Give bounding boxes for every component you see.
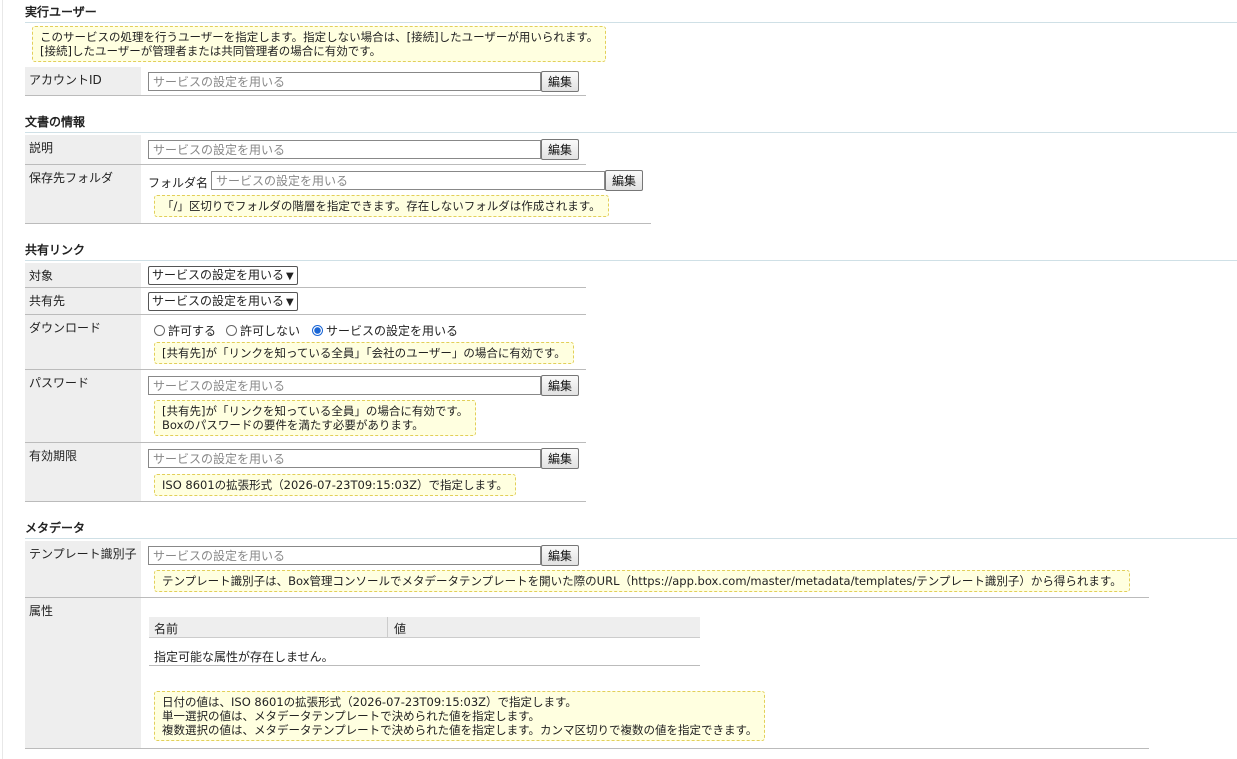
executor-note-line2: [接続]したユーザーが管理者または共同管理者の場合に有効です。: [40, 44, 382, 58]
share-select[interactable]: サービスの設定を用いる ▼: [148, 292, 298, 311]
attributes-note: 日付の値は、ISO 8601の拡張形式（2026-07-23T09:15:03Z…: [154, 691, 766, 741]
chevron-down-icon: ▼: [286, 297, 294, 308]
target-select-value: サービスの設定を用いる: [152, 268, 285, 282]
password-note-line2: Boxのパスワードの要件を満たす必要があります。: [162, 418, 424, 432]
column-header-name: 名前: [154, 622, 179, 636]
download-option-allow-label: 許可する: [168, 324, 217, 338]
template-row: テンプレート識別子 編集 テンプレート識別子は、Box管理コンソールでメタデータ…: [25, 541, 1149, 598]
download-note: [共有先]が「リンクを知っている全員」「会社のユーザー」の場合に有効です。: [154, 342, 574, 364]
executor-note: このサービスの処理を行うユーザーを指定します。指定しない場合は、[接続]したユー…: [32, 26, 607, 62]
attributes-row: 属性 名前 値 指定可能な属性が存在しません。 日付の値は、ISO 8601の拡…: [25, 598, 1149, 749]
section-metadata-title: メタデータ: [25, 519, 1237, 539]
attributes-empty-text: 指定可能な属性が存在しません。: [154, 650, 334, 664]
template-edit-button[interactable]: 編集: [541, 545, 580, 566]
download-option-deny[interactable]: 許可しない: [226, 322, 300, 339]
download-option-default[interactable]: サービスの設定を用いる: [312, 322, 458, 339]
password-label: パスワード: [25, 370, 141, 442]
template-note: テンプレート識別子は、Box管理コンソールでメタデータテンプレートを開いた際のU…: [154, 570, 1130, 592]
password-note-line1: [共有先]が「リンクを知っている全員」の場合に有効です。: [162, 404, 469, 418]
description-edit-button[interactable]: 編集: [541, 139, 580, 160]
target-label: 対象: [25, 263, 141, 287]
template-id-input[interactable]: [148, 546, 541, 565]
share-row: 共有先 サービスの設定を用いる ▼: [25, 288, 586, 315]
target-select[interactable]: サービスの設定を用いる ▼: [148, 266, 298, 285]
radio-icon[interactable]: [154, 325, 165, 336]
expiry-row: 有効期限 編集 ISO 8601の拡張形式（2026-07-23T09:15:0…: [25, 443, 586, 502]
description-input[interactable]: [148, 140, 541, 159]
folder-note: 「/」区切りでフォルダの階層を指定できます。存在しないフォルダは作成されます。: [154, 195, 609, 217]
password-edit-button[interactable]: 編集: [541, 375, 580, 396]
target-row: 対象 サービスの設定を用いる ▼: [25, 263, 586, 288]
download-label: ダウンロード: [25, 315, 141, 369]
account-row: アカウントID 編集: [25, 67, 586, 96]
password-row: パスワード 編集 [共有先]が「リンクを知っている全員」の場合に有効です。 Bo…: [25, 370, 586, 443]
chevron-down-icon: ▼: [286, 271, 294, 282]
expiry-note: ISO 8601の拡張形式（2026-07-23T09:15:03Z）で指定しま…: [154, 474, 516, 496]
settings-form: 実行ユーザー このサービスの処理を行うユーザーを指定します。指定しない場合は、[…: [2, 0, 1237, 759]
download-option-deny-label: 許可しない: [240, 324, 301, 338]
description-row: 説明 編集: [25, 135, 586, 165]
attributes-label: 属性: [25, 598, 141, 748]
section-document-title: 文書の情報: [25, 113, 1237, 133]
radio-icon[interactable]: [226, 325, 237, 336]
description-label: 説明: [25, 135, 141, 164]
download-option-default-label: サービスの設定を用いる: [326, 324, 459, 338]
template-label: テンプレート識別子: [25, 541, 141, 597]
account-edit-button[interactable]: 編集: [541, 71, 580, 92]
radio-selected-icon[interactable]: [312, 325, 323, 336]
password-input[interactable]: [148, 376, 541, 395]
attributes-table-header: 名前 値: [149, 617, 700, 638]
expiry-label: 有効期限: [25, 443, 141, 501]
folder-label: 保存先フォルダ: [25, 165, 141, 223]
folder-name-label: フォルダ名: [148, 176, 209, 190]
folder-edit-button[interactable]: 編集: [605, 170, 644, 191]
attributes-note-line2: 単一選択の値は、メタデータテンプレートで決められた値を指定します。: [162, 709, 541, 723]
download-option-allow[interactable]: 許可する: [154, 322, 216, 339]
attributes-note-line3: 複数選択の値は、メタデータテンプレートで決められた値を指定します。カンマ区切りで…: [162, 723, 758, 737]
folder-row: 保存先フォルダ フォルダ名 編集 「/」区切りでフォルダの階層を指定できます。存…: [25, 165, 651, 224]
account-id-input[interactable]: [148, 72, 541, 91]
share-select-value: サービスの設定を用いる: [152, 294, 285, 308]
executor-note-line1: このサービスの処理を行うユーザーを指定します。指定しない場合は、[接続]したユー…: [40, 30, 599, 44]
attributes-empty-row: 指定可能な属性が存在しません。: [149, 638, 700, 666]
download-row: ダウンロード 許可する 許可しない サービスの設定を用いる [共有先]が「リンク…: [25, 315, 586, 370]
account-label: アカウントID: [25, 67, 141, 95]
password-note: [共有先]が「リンクを知っている全員」の場合に有効です。 Boxのパスワードの要…: [154, 400, 477, 436]
share-label: 共有先: [25, 288, 141, 314]
expiry-input[interactable]: [148, 449, 541, 468]
section-executor-title: 実行ユーザー: [25, 3, 1237, 23]
column-header-value: 値: [394, 622, 407, 636]
folder-name-input[interactable]: [211, 171, 605, 190]
attributes-note-line1: 日付の値は、ISO 8601の拡張形式（2026-07-23T09:15:03Z…: [162, 695, 577, 709]
expiry-edit-button[interactable]: 編集: [541, 448, 580, 469]
section-shared-link-title: 共有リンク: [25, 241, 1237, 261]
column-divider: [387, 617, 388, 637]
